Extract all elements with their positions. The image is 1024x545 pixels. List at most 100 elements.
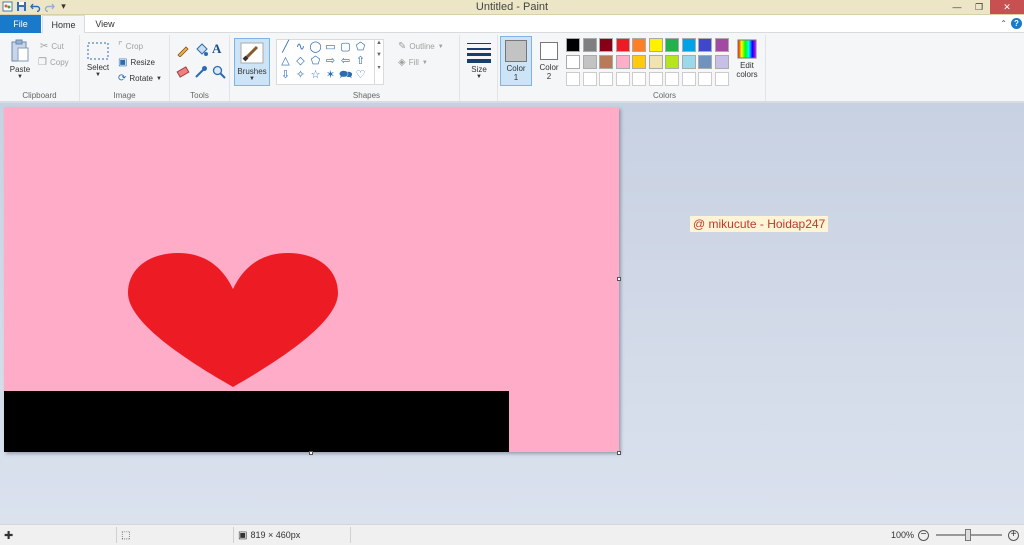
paste-label: Paste	[9, 65, 31, 74]
diamond-shape-icon[interactable]: ◇	[294, 55, 307, 68]
help-icon[interactable]: ?	[1011, 18, 1022, 29]
canvas-resize-handle-corner[interactable]	[617, 451, 621, 455]
polygon-shape-icon[interactable]: ⬠	[354, 41, 367, 54]
custom-color-swatch[interactable]	[632, 72, 646, 86]
color-swatch[interactable]	[698, 38, 712, 52]
chevron-down-icon: ▼	[249, 76, 255, 82]
custom-color-swatch[interactable]	[665, 72, 679, 86]
crop-button[interactable]: ⌜ Crop	[118, 41, 143, 52]
custom-color-swatch[interactable]	[681, 72, 696, 86]
tab-home[interactable]: Home	[42, 15, 85, 34]
callout-shape-icon[interactable]: 🗪	[339, 69, 353, 82]
canvas-resize-handle-right[interactable]	[617, 277, 621, 281]
color-swatch[interactable]	[648, 55, 663, 69]
rotate-button[interactable]: ⟳ Rotate ▼	[118, 73, 162, 84]
custom-color-swatch[interactable]	[615, 72, 630, 86]
custom-color-swatch[interactable]	[582, 72, 597, 86]
copy-button[interactable]: ❐ Copy	[38, 57, 69, 68]
custom-color-swatch[interactable]	[648, 72, 663, 86]
maximize-button[interactable]: ❐	[968, 0, 990, 14]
brush-icon	[240, 42, 264, 64]
color-swatch[interactable]	[566, 55, 580, 69]
color-swatch[interactable]	[698, 55, 712, 69]
tools-group-label: Tools	[190, 91, 209, 100]
curve-shape-icon[interactable]: ∿	[294, 41, 307, 54]
magnifier-icon[interactable]	[212, 65, 226, 81]
color-swatch[interactable]	[681, 55, 696, 69]
outline-button[interactable]: ✎ Outline ▼	[398, 41, 444, 52]
star-four-shape-icon[interactable]: ✧	[294, 69, 307, 82]
eraser-icon[interactable]	[176, 65, 190, 81]
color1-button[interactable]: Color 1	[500, 36, 532, 86]
crop-icon: ⌜	[118, 41, 123, 52]
color-swatch[interactable]	[665, 55, 679, 69]
color-swatch[interactable]	[582, 38, 597, 52]
cut-button[interactable]: ✂ Cut	[40, 41, 64, 52]
line-shape-icon[interactable]: ╱	[279, 41, 292, 54]
clipboard-group: Paste ▼ ✂ Cut ❐ Copy Clipboard	[0, 35, 80, 101]
expand-gallery-icon[interactable]: ▾	[375, 64, 383, 71]
brushes-button[interactable]: Brushes ▼	[234, 38, 270, 86]
color-swatch[interactable]	[714, 38, 729, 52]
resize-button[interactable]: ▣ Resize	[118, 57, 155, 68]
color-swatch[interactable]	[681, 38, 696, 52]
color-swatch[interactable]	[582, 55, 597, 69]
edit-colors-button[interactable]: Edit colors	[730, 39, 764, 79]
color-swatch[interactable]	[599, 38, 613, 52]
zoom-in-button[interactable]: +	[1008, 525, 1019, 545]
select-button[interactable]: Select ▼	[84, 41, 112, 78]
fill-bucket-icon[interactable]	[194, 43, 208, 59]
pentagon-shape-icon[interactable]: ⬠	[309, 55, 322, 68]
color-swatch[interactable]	[714, 55, 729, 69]
arrow-up-shape-icon[interactable]: ⇧	[354, 55, 367, 68]
color-picker-icon[interactable]	[194, 65, 208, 81]
triangle-shape-icon[interactable]: △	[279, 55, 292, 68]
fill-button[interactable]: ◈ Fill ▼	[398, 57, 428, 68]
pencil-icon[interactable]	[176, 43, 190, 59]
scroll-down-icon[interactable]: ▼	[375, 52, 383, 58]
custom-color-swatch[interactable]	[714, 72, 729, 86]
custom-color-swatch[interactable]	[566, 72, 580, 86]
rounded-rect-shape-icon[interactable]: ▢	[339, 41, 352, 54]
paste-button[interactable]: Paste ▼	[6, 39, 34, 80]
close-button[interactable]: ✕	[990, 0, 1024, 14]
rectangle-shape-icon[interactable]: ▭	[324, 41, 337, 54]
scroll-up-icon[interactable]: ▲	[375, 40, 383, 46]
color-swatch[interactable]	[566, 38, 580, 52]
custom-color-swatch[interactable]	[599, 72, 613, 86]
custom-color-swatch[interactable]	[698, 72, 712, 86]
arrow-down-shape-icon[interactable]: ⇩	[279, 69, 292, 82]
image-size: ▣ 819 × 460px	[238, 525, 300, 545]
color-swatch[interactable]	[615, 38, 630, 52]
select-label: Select	[86, 63, 110, 72]
star-five-shape-icon[interactable]: ☆	[309, 69, 322, 82]
tab-file[interactable]: File	[0, 15, 41, 33]
drawing-canvas[interactable]	[4, 107, 619, 452]
workspace[interactable]: @ mikucute - Hoidap247	[0, 103, 1024, 524]
text-tool-icon[interactable]: A	[212, 41, 221, 57]
star-six-shape-icon[interactable]: ✶	[324, 69, 337, 82]
tab-view[interactable]: View	[86, 15, 124, 33]
oval-shape-icon[interactable]: ◯	[309, 41, 322, 54]
color2-button[interactable]: Color 2	[534, 36, 564, 86]
arrow-left-shape-icon[interactable]: ⇦	[339, 55, 352, 68]
color-swatch[interactable]	[665, 38, 679, 52]
color-swatch[interactable]	[599, 55, 613, 69]
heart-shape-icon[interactable]: ♡	[354, 69, 367, 82]
arrow-right-shape-icon[interactable]: ⇨	[324, 55, 337, 68]
size-button[interactable]: Size ▼	[464, 41, 494, 80]
image-group: Select ▼ ⌜ Crop ▣ Resize ⟳ Rotate ▼ Imag…	[80, 35, 170, 101]
ribbon: Paste ▼ ✂ Cut ❐ Copy Clipboard Select ▼ …	[0, 33, 1024, 102]
color-swatch[interactable]	[615, 55, 630, 69]
minimize-button[interactable]: —	[946, 0, 968, 14]
chevron-down-icon: ▼	[421, 59, 428, 66]
canvas-resize-handle-bottom[interactable]	[309, 451, 313, 455]
collapse-ribbon-icon[interactable]: ⌃	[1000, 19, 1007, 28]
shapes-gallery-scroll[interactable]: ▲ ▼ ▾	[374, 40, 383, 84]
zoom-out-button[interactable]: −	[918, 525, 929, 545]
resize-label: Resize	[130, 58, 155, 67]
color-swatch[interactable]	[632, 55, 646, 69]
color-swatch[interactable]	[648, 38, 663, 52]
color-swatch[interactable]	[632, 38, 646, 52]
zoom-slider-thumb[interactable]	[965, 529, 971, 541]
